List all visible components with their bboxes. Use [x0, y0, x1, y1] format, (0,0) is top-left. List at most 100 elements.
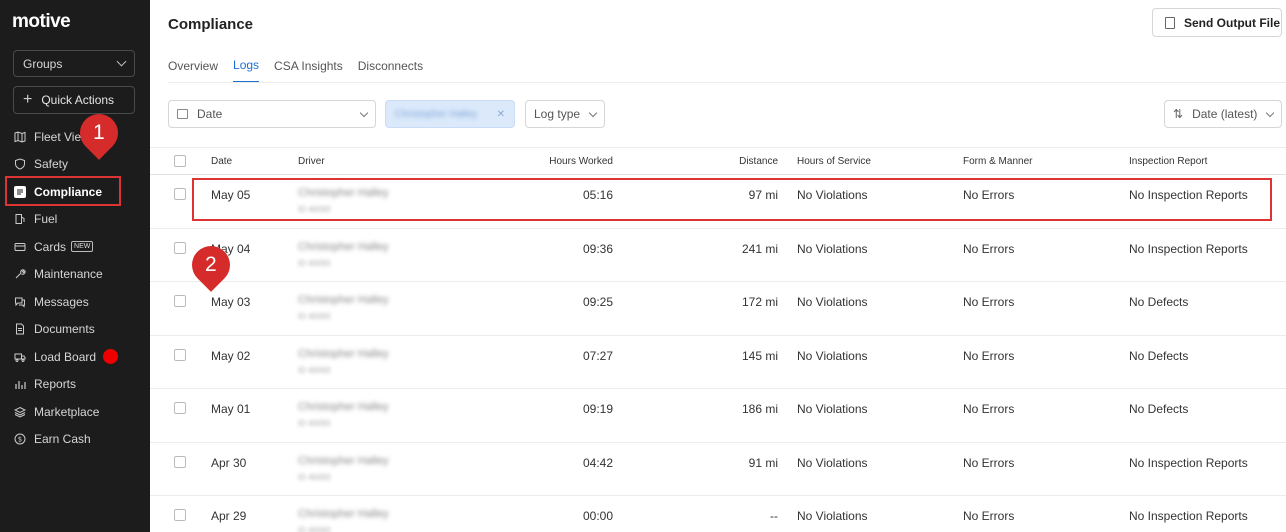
row-driver-name[interactable]: Christopher Halley [298, 294, 388, 306]
row-distance: 186 mi [741, 402, 778, 416]
sidebar-item-label: Marketplace [34, 404, 100, 419]
send-output-file-button[interactable]: Send Output File [1152, 8, 1282, 37]
row-checkbox[interactable] [174, 295, 186, 307]
col-hours-worked[interactable]: Hours Worked [513, 156, 613, 167]
row-hours-worked: 07:27 [582, 348, 613, 363]
row-driver-name[interactable]: Christopher Halley [298, 241, 388, 253]
row-hours-worked: 09:25 [582, 295, 613, 309]
sidebar-item-fleet-view[interactable]: Fleet View [0, 123, 150, 151]
groups-dropdown[interactable]: Groups [13, 50, 135, 77]
chevron-down-icon [588, 108, 598, 117]
row-date: Apr 30 [211, 455, 247, 470]
plus-icon: + [23, 91, 33, 108]
chevron-down-icon [1265, 108, 1275, 117]
row-distance: 91 mi [748, 455, 778, 470]
row-distance: -- [770, 509, 778, 523]
row-checkbox[interactable] [174, 348, 186, 361]
shield-icon [14, 158, 26, 170]
close-icon[interactable]: ✕ [497, 109, 505, 120]
sidebar-item-reports[interactable]: Reports [0, 371, 150, 399]
main-content: Compliance Send Output File Overview Log… [150, 0, 1286, 532]
chart-icon [14, 378, 26, 390]
sidebar-item-label: Earn Cash [34, 432, 91, 447]
tab-logs[interactable]: Logs [233, 50, 260, 83]
row-checkbox[interactable] [174, 509, 186, 521]
row-checkbox[interactable] [174, 402, 186, 414]
file-icon [1165, 16, 1175, 29]
col-driver[interactable]: Driver [298, 156, 325, 167]
table-row[interactable]: Apr 29 Christopher Halley ID 40093 00:00 -- N… [150, 496, 1286, 532]
sidebar-item-fuel[interactable]: Fuel [0, 206, 150, 234]
sidebar-nav: Fleet View Safety Compliance Fuel Cards … [0, 123, 150, 453]
row-driver-name[interactable]: Christopher Halley [298, 348, 388, 360]
sidebar-item-documents[interactable]: Documents [0, 316, 150, 344]
col-form-manner[interactable]: Form & Manner [963, 156, 1032, 167]
table-row[interactable]: May 02 Christopher Halley ID 40093 07:27 145… [150, 336, 1286, 389]
sidebar-item-cards[interactable]: Cards NEW [0, 233, 150, 261]
table-row[interactable]: May 03 Christopher Halley ID 40093 09:25 172… [150, 282, 1286, 336]
tab-disconnects[interactable]: Disconnects [358, 50, 423, 83]
table-row[interactable]: May 04 Christopher Halley ID 40093 09:36 241… [150, 229, 1286, 282]
row-form-manner: No Errors [963, 402, 1015, 416]
tab-csa-insights[interactable]: CSA Insights [274, 50, 343, 83]
table-row[interactable]: Apr 30 Christopher Halley ID 40093 04:42 91 … [150, 443, 1286, 496]
row-checkbox[interactable] [174, 188, 186, 200]
sort-dropdown[interactable]: ⇅ Date (latest) [1164, 100, 1282, 128]
row-form-manner: No Errors [963, 295, 1015, 309]
sidebar-item-marketplace[interactable]: Marketplace [0, 398, 150, 426]
sidebar-item-label: Documents [34, 322, 95, 337]
chevron-down-icon [116, 56, 127, 67]
row-driver-name[interactable]: Christopher Halley [298, 401, 388, 413]
row-checkbox[interactable] [174, 241, 186, 254]
tab-overview[interactable]: Overview [168, 50, 218, 83]
date-filter[interactable]: Date [168, 100, 376, 128]
sort-label: Date (latest) [1192, 107, 1258, 121]
row-date: Apr 29 [211, 509, 247, 523]
row-driver-id: ID 40093 [298, 526, 331, 532]
table-row[interactable]: May 01 Christopher Halley ID 40093 09:19 186… [150, 389, 1286, 443]
wrench-icon [14, 268, 26, 280]
col-hours-of-service[interactable]: Hours of Service [797, 156, 871, 167]
fuel-icon [14, 213, 26, 225]
row-inspection-report: No Inspection Reports [1129, 241, 1248, 256]
quick-actions-button[interactable]: + Quick Actions [13, 86, 135, 114]
row-driver-id: ID 40093 [298, 258, 331, 268]
map-icon [14, 131, 26, 143]
card-icon [14, 241, 26, 253]
sidebar-item-messages[interactable]: Messages [0, 288, 150, 316]
row-driver-name[interactable]: Christopher Halley [298, 508, 388, 520]
sidebar-item-maintenance[interactable]: Maintenance [0, 261, 150, 289]
sidebar-item-label: Fuel [34, 212, 58, 227]
row-hours-worked: 09:36 [582, 241, 613, 256]
log-type-filter[interactable]: Log type [525, 100, 605, 128]
row-driver-name[interactable]: Christopher Halley [298, 455, 388, 467]
svg-text:$: $ [18, 436, 22, 444]
col-inspection-report[interactable]: Inspection Report [1129, 156, 1207, 167]
col-distance[interactable]: Distance [678, 156, 778, 167]
row-hours-worked: 09:19 [582, 402, 613, 416]
row-inspection-report: No Defects [1129, 295, 1189, 309]
sidebar-item-load-board[interactable]: Load Board [0, 343, 150, 371]
row-form-manner: No Errors [963, 348, 1015, 363]
row-driver-id: ID 40093 [298, 312, 331, 321]
sidebar-item-label: Load Board [34, 349, 97, 364]
row-form-manner: No Errors [963, 509, 1015, 523]
driver-filter-chip[interactable]: Christopher Halley ✕ [385, 100, 515, 128]
row-inspection-report: No Defects [1129, 402, 1189, 416]
row-date: May 01 [211, 402, 251, 416]
sidebar-item-earn-cash[interactable]: $ Earn Cash [0, 426, 150, 454]
motive-logo[interactable]: motive [12, 11, 71, 33]
dollar-icon: $ [14, 433, 26, 445]
row-checkbox[interactable] [174, 455, 186, 468]
row-form-manner: No Errors [963, 455, 1015, 470]
calendar-icon [177, 109, 188, 119]
row-hours-of-service: No Violations [797, 241, 868, 256]
sidebar-item-label: Maintenance [34, 267, 103, 282]
col-date[interactable]: Date [211, 156, 232, 167]
sidebar-item-safety[interactable]: Safety [0, 151, 150, 179]
sidebar-item-label: Reports [34, 377, 77, 392]
log-type-label: Log type [534, 107, 581, 121]
row-highlight-box [192, 178, 1272, 221]
select-all-checkbox[interactable] [174, 155, 186, 167]
row-hours-worked: 00:00 [582, 509, 613, 523]
